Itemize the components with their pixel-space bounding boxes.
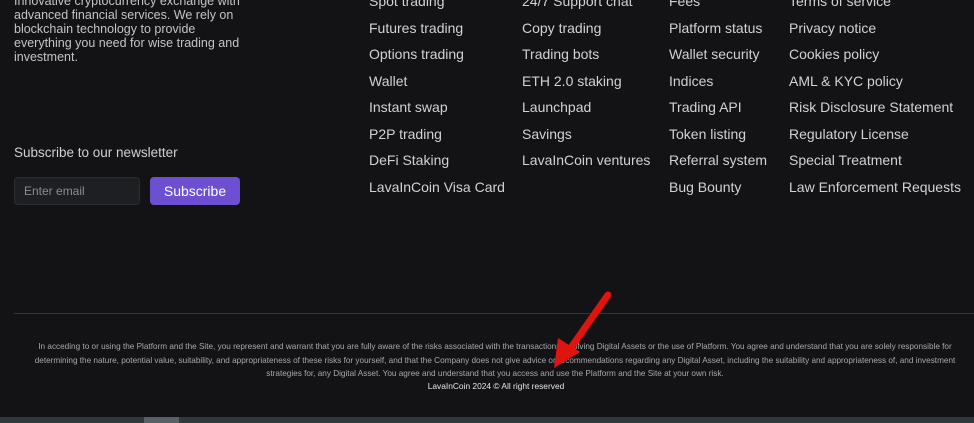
footer-link[interactable]: Terms of service xyxy=(789,0,891,9)
footer-link-item[interactable]: Futures trading xyxy=(369,18,505,45)
footer-page: Innovative cryptocurrency exchange with … xyxy=(0,0,974,423)
footer-link[interactable]: Indices xyxy=(669,73,713,89)
footer-link-item[interactable]: Law Enforcement Requests xyxy=(789,177,961,204)
footer-link[interactable]: Cookies policy xyxy=(789,46,879,62)
newsletter-title: Subscribe to our newsletter xyxy=(14,145,178,160)
footer-link[interactable]: Instant swap xyxy=(369,99,448,115)
footer-link[interactable]: Futures trading xyxy=(369,20,463,36)
footer-link-item[interactable]: Risk Disclosure Statement xyxy=(789,97,961,124)
footer-link-item[interactable]: Options trading xyxy=(369,44,505,71)
about-text: Innovative cryptocurrency exchange with … xyxy=(14,0,240,64)
footer-link[interactable]: Fees xyxy=(669,0,700,9)
footer-link-item[interactable]: DeFi Staking xyxy=(369,150,505,177)
footer-link[interactable]: 24/7 Support chat xyxy=(522,0,633,9)
footer-link-item[interactable]: Savings xyxy=(522,124,650,151)
links-column-products: Spot trading Futures trading Options tra… xyxy=(369,0,505,203)
footer-link[interactable]: Wallet xyxy=(369,73,407,89)
footer-link[interactable]: Wallet security xyxy=(669,46,760,62)
footer-link[interactable]: Referral system xyxy=(669,152,767,168)
horizontal-scrollbar[interactable] xyxy=(0,417,974,423)
footer-link-item[interactable]: 24/7 Support chat xyxy=(522,0,650,18)
footer-link[interactable]: Bug Bounty xyxy=(669,179,741,195)
footer-link[interactable]: Trading API xyxy=(669,99,742,115)
footer-link[interactable]: Platform status xyxy=(669,20,762,36)
footer-link-item[interactable]: Wallet xyxy=(369,71,505,98)
footer-link-item[interactable]: Token listing xyxy=(669,124,767,151)
footer-link[interactable]: Privacy notice xyxy=(789,20,876,36)
footer-link-item[interactable]: Launchpad xyxy=(522,97,650,124)
footer-link-item[interactable]: ETH 2.0 staking xyxy=(522,71,650,98)
footer-link[interactable]: Trading bots xyxy=(522,46,599,62)
footer-link-item[interactable]: LavaInCoin Visa Card xyxy=(369,177,505,204)
footer-link-item[interactable]: Copy trading xyxy=(522,18,650,45)
footer-link-item[interactable]: Cookies policy xyxy=(789,44,961,71)
footer-link-item[interactable]: Instant swap xyxy=(369,97,505,124)
red-arrow-icon xyxy=(554,291,612,368)
scrollbar-thumb[interactable] xyxy=(144,417,179,423)
footer-link[interactable]: AML & KYC policy xyxy=(789,73,903,89)
footer-link[interactable]: LavaInCoin Visa Card xyxy=(369,179,505,195)
footer-link[interactable]: ETH 2.0 staking xyxy=(522,73,622,89)
footer-link[interactable]: Special Treatment xyxy=(789,152,902,168)
disclaimer-text: In acceding to or using the Platform and… xyxy=(34,342,956,378)
links-column-services: 24/7 Support chat Copy trading Trading b… xyxy=(522,0,650,177)
footer-link[interactable]: Risk Disclosure Statement xyxy=(789,99,953,115)
footer-link[interactable]: Savings xyxy=(522,126,572,142)
footer-link-item[interactable]: Regulatory License xyxy=(789,124,961,151)
footer-link-item[interactable]: Privacy notice xyxy=(789,18,961,45)
email-input[interactable] xyxy=(14,177,140,205)
links-column-platform: Fees Platform status Wallet security Ind… xyxy=(669,0,767,203)
footer-link[interactable]: Copy trading xyxy=(522,20,601,36)
links-column-legal: Terms of service Privacy notice Cookies … xyxy=(789,0,961,203)
footer-link-item[interactable]: Fees xyxy=(669,0,767,18)
footer-link[interactable]: Launchpad xyxy=(522,99,591,115)
footer-link-item[interactable]: P2P trading xyxy=(369,124,505,151)
footer-link-item[interactable]: Bug Bounty xyxy=(669,177,767,204)
footer-link[interactable]: P2P trading xyxy=(369,126,442,142)
footer-link[interactable]: Regulatory License xyxy=(789,126,909,142)
footer-link-item[interactable]: Terms of service xyxy=(789,0,961,18)
copyright-text: LavaInCoin 2024 © All right reserved xyxy=(427,381,565,391)
footer-link-item[interactable]: Spot trading xyxy=(369,0,505,18)
footer-link-item[interactable]: Trading bots xyxy=(522,44,650,71)
footer-link-item[interactable]: LavaInCoin ventures xyxy=(522,150,650,177)
footer-link[interactable]: LavaInCoin ventures xyxy=(522,152,650,168)
footer-link[interactable]: Options trading xyxy=(369,46,464,62)
footer-divider xyxy=(14,313,974,314)
footer-link-item[interactable]: Special Treatment xyxy=(789,150,961,177)
footer-link-item[interactable]: Trading API xyxy=(669,97,767,124)
footer-link-item[interactable]: AML & KYC policy xyxy=(789,71,961,98)
footer-link-item[interactable]: Referral system xyxy=(669,150,767,177)
subscribe-button[interactable]: Subscribe xyxy=(150,177,240,205)
footer-link[interactable]: Token listing xyxy=(669,126,746,142)
footer-link-item[interactable]: Indices xyxy=(669,71,767,98)
footer-link[interactable]: Spot trading xyxy=(369,0,445,9)
footer-link-item[interactable]: Platform status xyxy=(669,18,767,45)
footer-link-item[interactable]: Wallet security xyxy=(669,44,767,71)
footer-link[interactable]: DeFi Staking xyxy=(369,152,449,168)
footer-link[interactable]: Law Enforcement Requests xyxy=(789,179,961,195)
